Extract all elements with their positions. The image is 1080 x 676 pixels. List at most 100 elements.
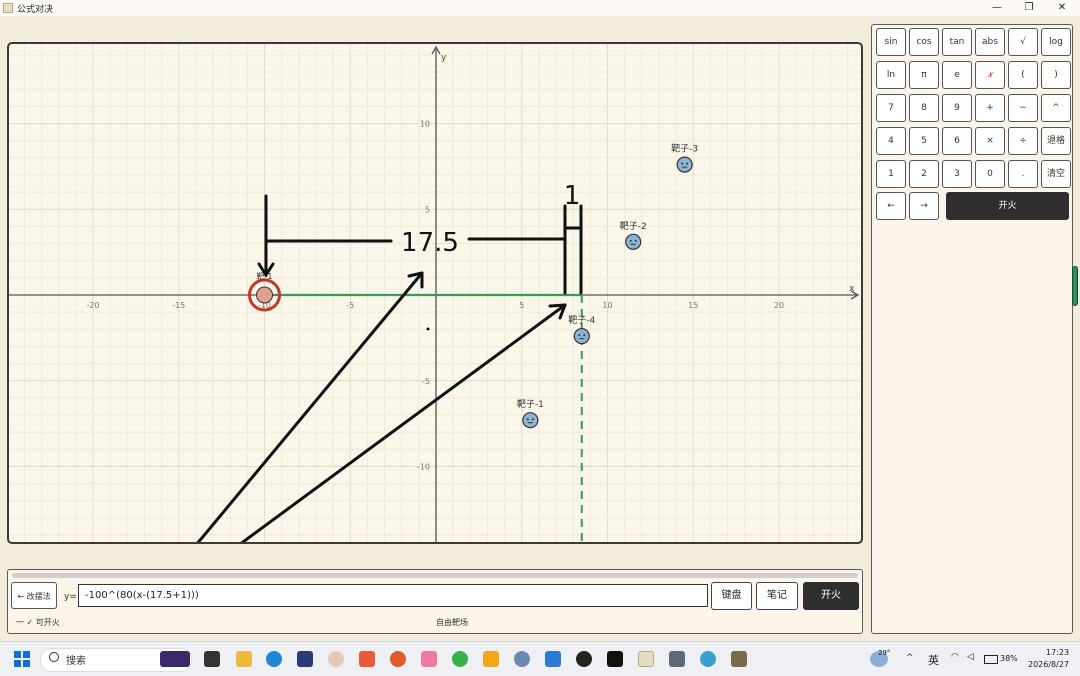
calculator-icon[interactable] [669,651,685,667]
key-1-3[interactable]: 𝑥 [975,61,1005,89]
y-tick-label: -10 [417,463,430,472]
graph-canvas[interactable]: x y -20 -15 -10 -5 5 10 15 20 10 5 -5 -10 靶-1 靶子-1 靶子-2 靶… [7,42,863,544]
formula-input[interactable]: -100^(80(x-(17.5+1))) [78,584,708,607]
settings-app-icon[interactable] [514,651,530,667]
clock-time[interactable]: 17:23 [1046,648,1069,657]
target-label: 靶子-2 [620,220,647,232]
key-1-0[interactable]: ln [876,61,906,89]
key-2-0[interactable]: 7 [876,94,906,122]
key-3-5[interactable]: 退格 [1041,127,1071,155]
key-4-1[interactable]: 2 [909,160,939,188]
keyboard-button[interactable]: 键盘 [711,582,752,610]
tray-expand-icon[interactable]: ^ [906,653,914,663]
key-1-4[interactable]: ( [1008,61,1038,89]
minimize-button[interactable]: — [982,1,1012,15]
clock-date[interactable]: 2026/8/27 [1028,660,1069,669]
vscode-icon[interactable] [545,651,561,667]
key-0-5[interactable]: log [1041,28,1071,56]
key-0-0[interactable]: sin [876,28,906,56]
search-highlight-icon [160,651,190,667]
key-4-3[interactable]: 0 [975,160,1005,188]
key-1-1[interactable]: π [909,61,939,89]
globe-app-icon[interactable] [700,651,716,667]
target-label: 靶子-4 [568,314,595,326]
close-button[interactable]: ✕ [1047,1,1077,15]
horizontal-scrollbar[interactable] [12,573,858,578]
key-0-2[interactable]: tan [942,28,972,56]
target-eye [686,162,689,165]
target-marker [625,233,642,250]
green-app-icon[interactable] [452,651,468,667]
formula-duel-icon[interactable] [638,651,654,667]
y-axis-label: y [441,53,447,63]
restore-button[interactable]: ❐ [1014,1,1044,15]
notes-button[interactable]: 笔记 [756,582,798,610]
panel-resize-handle[interactable] [1072,266,1078,306]
key-2-2[interactable]: 9 [942,94,972,122]
keypad-panel: sin cos tan abs √ log ln π e 𝑥() 7 8 9 + − ^ 4 5 6 × ÷ 退格 1 2 3 0… [871,24,1073,634]
key-4-2[interactable]: 3 [942,160,972,188]
design-app-icon[interactable] [359,651,375,667]
window-title: 公式对决 [17,5,54,15]
target-marker [676,156,693,173]
x-tick-label: 5 [519,301,524,310]
x-tick-label: 20 [774,301,784,310]
status-mode: 自由靶场 [436,618,468,627]
key-0-4[interactable]: √ [1008,28,1038,56]
volume-icon[interactable]: ◁ [967,652,974,662]
key-2-5[interactable]: ^ [1041,94,1071,122]
tap-app-icon[interactable] [607,651,623,667]
target-eye [526,418,529,421]
target-eye [629,239,632,242]
taskbar: 29° ^ 英 ◠ ◁ 38% 17:23 2026/8/27 [0,641,1080,676]
key-2-1[interactable]: 8 [909,94,939,122]
file-explorer-icon[interactable] [236,651,252,667]
bilibili-icon[interactable] [421,651,437,667]
key-2-3[interactable]: + [975,94,1005,122]
fire-button[interactable]: 开火 [803,582,859,610]
qq-icon[interactable] [576,651,592,667]
key-0-1[interactable]: cos [909,28,939,56]
windows-start-icon[interactable] [14,651,30,667]
y-tick-label: -5 [422,377,430,386]
browser-app-icon[interactable] [390,651,406,667]
target-eye [681,162,684,165]
x-tick-label: -15 [172,301,185,310]
key-3-3[interactable]: × [975,127,1005,155]
weather-temp: 29° [878,649,891,657]
wifi-icon[interactable]: ◠ [951,652,959,662]
keypad-fire-button[interactable]: 开火 [946,192,1069,220]
key-4-4[interactable]: . [1008,160,1038,188]
x-tick-label: 15 [688,301,698,310]
key-0-3[interactable]: abs [975,28,1005,56]
key-4-0[interactable]: 1 [876,160,906,188]
target-label: 靶子-1 [517,398,544,410]
x-tick-label: -5 [346,301,354,310]
avatar-app-icon[interactable] [328,651,344,667]
notes-app-icon[interactable] [483,651,499,667]
key-3-0[interactable]: 4 [876,127,906,155]
cursor-left-key[interactable]: ← [876,192,906,220]
x-tick-label: 10 [602,301,612,310]
target-eye [583,334,586,337]
ime-indicator[interactable]: 英 [928,652,939,668]
key-1-2[interactable]: e [942,61,972,89]
battery-icon[interactable] [984,655,998,664]
key-3-1[interactable]: 5 [909,127,939,155]
key-2-4[interactable]: − [1008,94,1038,122]
title-bar: 公式对决 — ❐ ✕ [0,0,1080,16]
dev-tool-icon[interactable] [297,651,313,667]
status-ready: 一 ✓ 可开火 [16,618,60,627]
game-app-icon[interactable] [731,651,747,667]
task-view-icon[interactable] [204,651,220,667]
taskbar-search-placeholder[interactable]: 搜索 [66,652,86,667]
key-3-4[interactable]: ÷ [1008,127,1038,155]
cursor-right-key[interactable]: → [909,192,939,220]
switch-mode-button[interactable]: ← 改摆法 [11,582,57,609]
target-eye [578,334,581,337]
edge-icon[interactable] [266,651,282,667]
key-4-5[interactable]: 清空 [1041,160,1071,188]
key-3-2[interactable]: 6 [942,127,972,155]
target-label: 靶子-3 [671,143,698,155]
key-1-5[interactable]: ) [1041,61,1071,89]
